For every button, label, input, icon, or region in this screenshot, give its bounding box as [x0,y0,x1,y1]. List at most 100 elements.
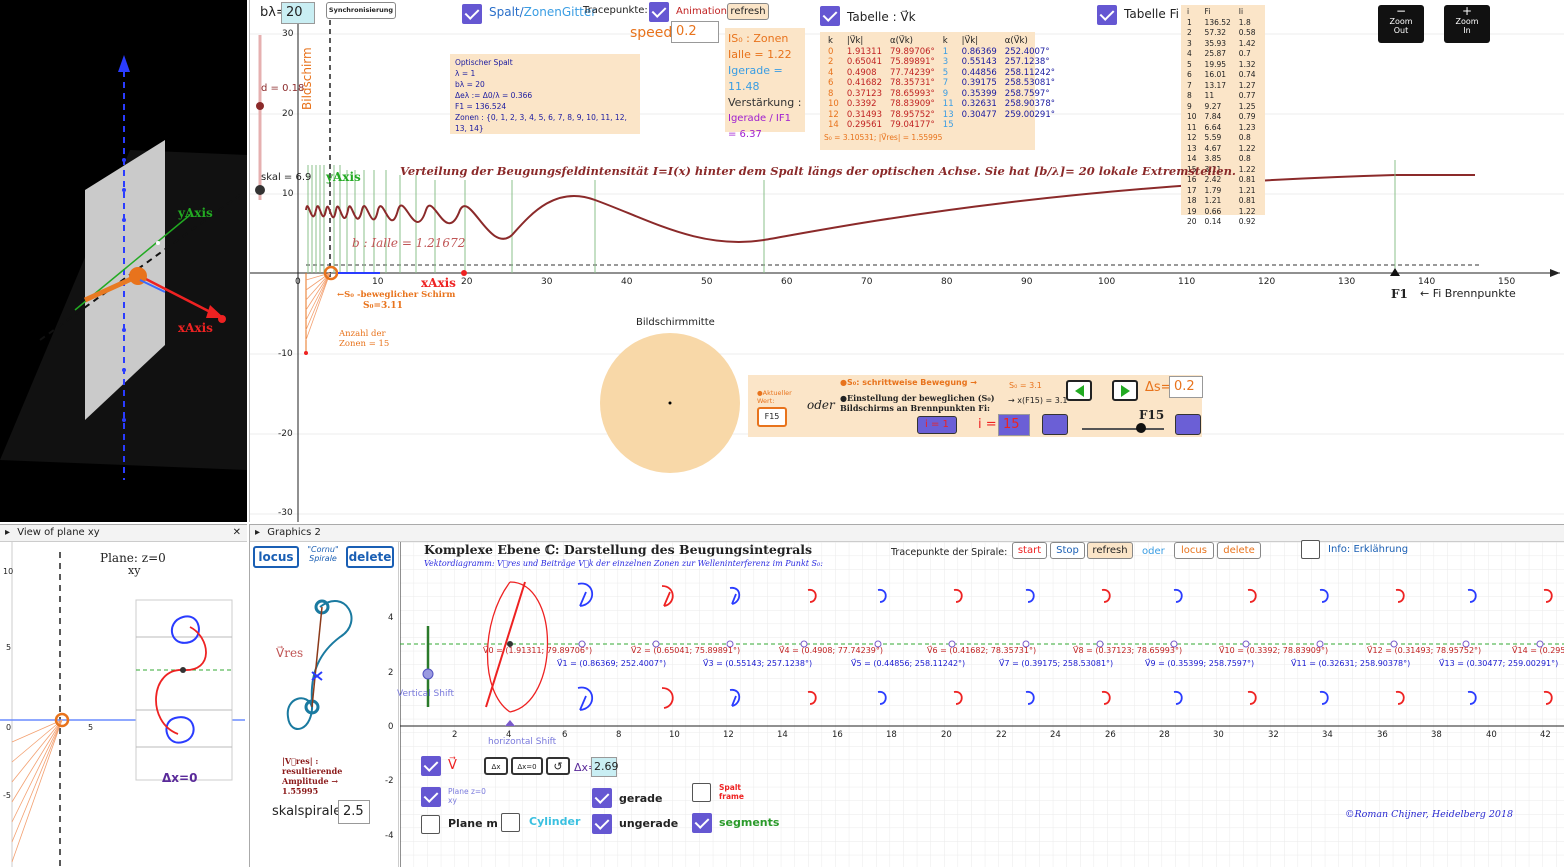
optik-line: Zonen : {0, 1, 2, 3, 4, 5, 6, 7, 8, 9, 1… [455,113,627,133]
tabelle-vk-checkbox[interactable] [820,6,840,26]
rotate-button[interactable]: ↺ [546,757,570,775]
cornu-label: "Cornu" Spirale [307,545,339,563]
locus-button[interactable]: locus [253,546,299,568]
animation-checkbox[interactable] [649,2,669,22]
close-icon[interactable]: ✕ [233,525,241,541]
y-tick: 10 [282,189,294,199]
plane-label: Plane: z=0 [100,551,166,565]
table-row: 0 1.91311 79.89706° 1 0.86369 252.4007° [828,46,1050,57]
table-row: 8 11 0.77 [1187,91,1256,100]
bildschirmmitte-label: Bildschirmmitte [636,317,715,328]
delete-spiral-button[interactable]: delete [1217,542,1261,559]
table-row: 5 19.95 1.32 [1187,59,1256,69]
vk-table: k |V⃗k| α(V⃗k) k |V⃗k| α(V⃗k) 0 1.91311 79… [824,36,1059,131]
ialle-curve-label: b : Ialle = 1.21672 [352,236,466,250]
dx-label: Δx=0 [162,771,198,785]
vector-label-red: V⃗2 = (0.65041; 75.89891°) [631,646,741,655]
s0-step-label: ●S₀: schrittweise Bewegung → [840,378,977,387]
zones-title: IS₀ : Zonen [728,32,789,45]
graphics-view-1[interactable]: 0 10 20 30 40 50 60 70 80 90 100 110 120… [249,0,1564,522]
i-input[interactable]: 15 [998,414,1030,436]
graphics-view-2[interactable]: ▸ Graphics 2 locus "Cornu" Spirale delet… [249,524,1564,867]
complex-x-ticks: 2 4 6 8 10 12 14 16 18 20 22 24 26 28 30… [452,730,1551,740]
fi-header: i [1187,7,1190,16]
i-decrement-button[interactable] [1042,414,1068,435]
plane-checkbox[interactable] [421,787,441,807]
gerade-label: gerade [619,792,663,805]
table-row: 2 0.65041 75.89891° 3 0.55143 257.1238° [828,57,1050,67]
speed-input[interactable]: 0.2 [671,21,719,43]
table-row: 17 1.79 1.21 [1187,185,1256,195]
x-tick: 50 [701,277,713,287]
fi-header: Fi [1204,7,1211,16]
vector-label-blue: V⃗3 = (0.55143; 257.1238°) [703,659,813,668]
info-checkbox[interactable] [1301,540,1320,559]
dx-input[interactable]: 2.69 [591,757,619,777]
stop-button[interactable]: Stop [1050,542,1085,559]
ungerade-checkbox[interactable] [592,814,612,834]
plane-xy-sub: xy [128,564,141,577]
y-axis-3d-label: yAxis [178,206,213,220]
zoom-in-button[interactable]: + Zoom In [1444,5,1490,43]
tabelle-fi-checkbox[interactable] [1097,5,1117,25]
cornu-panel: locus "Cornu" Spirale delete V⃗res |V⃗re… [250,542,399,867]
credit-label: ©Roman Chijner, Heidelberg 2018 [1345,809,1514,820]
vector-label-blue: V⃗9 = (0.35399; 258.7597°) [1145,659,1255,668]
ds-label: Δs= [1145,380,1172,395]
y-tick: 0 [388,722,394,732]
spalt-frame-checkbox[interactable] [692,783,711,802]
refresh-spiral-button[interactable]: refresh [1087,542,1133,559]
screen-value: S₀=3.11 [363,301,403,311]
sync-button[interactable]: Synchronisierung [326,2,396,19]
segments-checkbox[interactable] [692,813,712,833]
view-3d[interactable]: yAxis xAxis [0,0,247,522]
locus-spiral-button[interactable]: locus [1174,542,1214,559]
zoom-out-button[interactable]: − Zoom Out [1378,5,1424,43]
refresh-button[interactable]: refresh [727,3,769,20]
delete-button[interactable]: delete [346,546,394,568]
x-tick: 100 [1098,277,1116,287]
oder-label: oder [807,398,835,412]
v-checkbox[interactable] [421,756,441,776]
i-increment-button[interactable] [1175,414,1201,435]
f15-button[interactable]: F15 [757,407,787,427]
skal-input[interactable]: 2.5 [338,800,370,824]
f15-slider-label: F15 [1139,408,1165,422]
table-row: 14 0.29561 79.04177° 15 [828,120,954,130]
y-tick: 0 [6,723,12,732]
spalt-label: Spalt/ZonenGitter [489,5,597,19]
i-label: i = [978,417,997,432]
collapse-icon[interactable]: ▸ [5,527,10,538]
i1-button[interactable]: i = 1 [917,416,957,434]
spalt-checkbox[interactable] [462,4,482,24]
cylinder-checkbox[interactable] [501,813,520,832]
collapse-icon[interactable]: ▸ [255,527,260,538]
start-button[interactable]: start [1012,542,1047,559]
ds-input[interactable]: 0.2 [1169,376,1203,398]
table-row: 12 5.59 0.8 [1187,133,1251,142]
step-back-button[interactable] [1066,380,1092,401]
plus-icon: + [1461,4,1473,18]
x-tick: 0 [295,277,301,287]
tabelle-vk-label: Tabelle : V⃗k [847,10,916,24]
dx0-button[interactable]: Δx=0 [511,757,543,775]
step-forward-button[interactable] [1112,380,1138,401]
b-lambda-input[interactable]: 20 [281,2,315,24]
graphics2-titlebar: ▸ Graphics 2 [250,525,1564,542]
x-tick: 70 [861,277,873,287]
plane-xy-view[interactable]: ▸ View of plane xy ✕ Plane: z=0 xy 10 5 … [0,524,247,867]
ungerade-label: ungerade [619,817,679,830]
vk-header: k [828,36,833,46]
f15-slider[interactable] [1082,428,1164,430]
dx-button[interactable]: Δx [484,757,508,775]
aktueller-label: ●Aktueller Wert: [757,389,792,405]
x-tick: 140 [1418,277,1436,287]
vector-label-blue: V⃗11 = (0.32631; 258.90378°) [1291,659,1411,668]
segments-label: segments [719,816,780,829]
einstellung-label: ●Einstellung der beweglichen (S₀) Bildsc… [840,393,995,413]
f15-slider-handle[interactable] [1136,423,1146,433]
vector-label-red: V⃗6 = (0.41682; 78.35731°) [927,646,1037,655]
x-tick: 20 [461,277,473,287]
gerade-checkbox[interactable] [592,788,612,808]
plane-m-checkbox[interactable] [421,815,440,834]
